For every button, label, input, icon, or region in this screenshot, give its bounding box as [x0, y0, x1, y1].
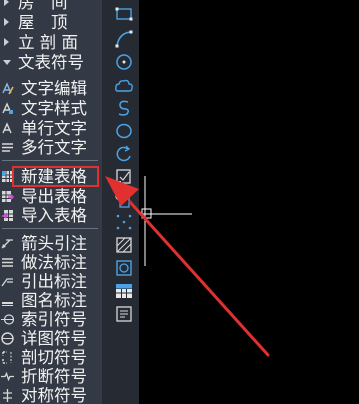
side-menu: 房 间 屋 顶 立 剖 面 文表符号 文字编辑 文字样式 单行文字 多行文字 新…: [0, 0, 102, 404]
menu-section-rooms[interactable]: 房 间: [0, 0, 102, 12]
circle-center-icon[interactable]: [114, 52, 134, 72]
attribute-icon[interactable]: [114, 304, 134, 324]
table-icon[interactable]: [114, 281, 134, 301]
expand-arrow-icon: [4, 38, 9, 46]
collapse-arrow-icon: [3, 60, 11, 65]
point-icon[interactable]: [114, 212, 134, 232]
menu-item-drawing-title[interactable]: 图名标注: [0, 291, 102, 310]
menu-item-arrow-leader[interactable]: 箭头引注: [0, 234, 102, 253]
text-style-icon: [2, 102, 13, 114]
menu-item-leader-note[interactable]: 引出标注: [0, 272, 102, 291]
arrow-leader-icon: [1, 239, 13, 249]
break-symbol-icon: [1, 371, 14, 382]
menu-item-break-symbol[interactable]: 折断符号: [0, 367, 102, 386]
detail-symbol-icon: [1, 332, 14, 345]
drawing-canvas[interactable]: [139, 0, 359, 404]
ellipse-icon[interactable]: [114, 121, 134, 141]
highlight-box: [12, 166, 99, 187]
cloud-icon[interactable]: [114, 76, 134, 96]
menu-item-import-table[interactable]: 导入表格: [0, 206, 102, 225]
expand-arrow-icon: [4, 18, 9, 26]
menu-item-section-symbol[interactable]: 剖切符号: [0, 348, 102, 367]
arc-icon[interactable]: [114, 29, 134, 49]
menu-item-detail-symbol[interactable]: 详图符号: [0, 329, 102, 348]
menu-section-roof[interactable]: 屋 顶: [0, 13, 102, 32]
edit-text-icon: [2, 82, 14, 95]
menu-separator: [2, 228, 98, 229]
method-note-icon: [2, 258, 13, 267]
export-table-icon: [2, 191, 14, 202]
menu-item-multiline-text[interactable]: 多行文字: [0, 138, 102, 157]
multiline-text-icon: [2, 143, 13, 152]
menu-item-index-symbol[interactable]: 索引符号: [0, 310, 102, 329]
region-icon[interactable]: [114, 258, 134, 278]
section-symbol-icon: [2, 351, 12, 364]
menu-item-edit-text[interactable]: 文字编辑: [0, 79, 102, 98]
menu-item-export-table[interactable]: 导出表格: [0, 187, 102, 206]
make-block-icon[interactable]: [114, 190, 134, 210]
menu-item-method-note[interactable]: 做法标注: [0, 253, 102, 272]
menu-separator: [2, 160, 98, 161]
drawing-title-icon: [2, 302, 13, 306]
import-table-icon: [2, 210, 13, 221]
menu-item-single-line-text[interactable]: 单行文字: [0, 119, 102, 138]
insert-block-icon[interactable]: [114, 167, 134, 187]
draw-toolbar: [108, 0, 139, 404]
symmetry-symbol-icon: [3, 389, 12, 402]
rectangle-icon[interactable]: [114, 4, 134, 24]
menu-section-elevation[interactable]: 立 剖 面: [0, 33, 102, 52]
crosshair-cursor-icon: [139, 176, 192, 266]
hatch-icon[interactable]: [114, 235, 134, 255]
rotate-arc-icon[interactable]: [114, 144, 134, 164]
single-line-text-icon: [2, 122, 12, 134]
menu-item-symmetry-symbol[interactable]: 对称符号: [0, 386, 102, 404]
index-symbol-icon: [1, 314, 14, 325]
spline-icon[interactable]: [114, 98, 134, 118]
menu-item-text-style[interactable]: 文字样式: [0, 99, 102, 118]
menu-section-text-symbols[interactable]: 文表符号: [0, 53, 102, 72]
expand-arrow-icon: [4, 0, 9, 6]
leader-note-icon: [1, 278, 13, 287]
